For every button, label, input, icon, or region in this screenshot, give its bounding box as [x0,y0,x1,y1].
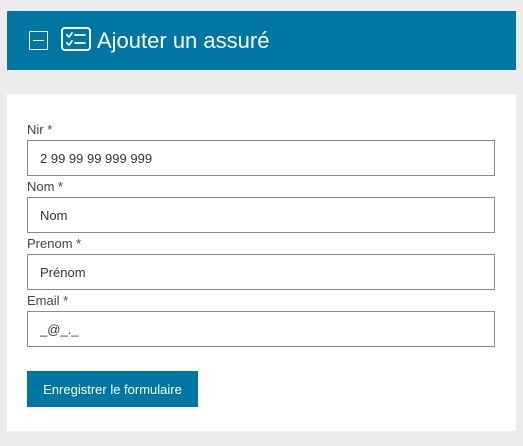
page-title: Ajouter un assuré [97,28,270,53]
submit-button[interactable]: Enregistrer le formulaire [27,371,198,407]
nom-label: Nom * [27,179,64,194]
prenom-label: Prenom * [27,236,82,251]
nom-field[interactable] [27,197,495,233]
checklist-icon [61,27,91,51]
form-card: Nir * Nom * Prenom * Email * Enregistrer… [7,94,516,431]
email-field[interactable] [27,311,495,347]
prenom-field[interactable] [27,254,495,290]
nir-field[interactable] [27,140,495,176]
minus-square-icon[interactable] [29,31,48,50]
email-label: Email * [27,293,69,308]
panel-header: Ajouter un assuré [7,11,516,70]
nir-label: Nir * [27,122,53,137]
